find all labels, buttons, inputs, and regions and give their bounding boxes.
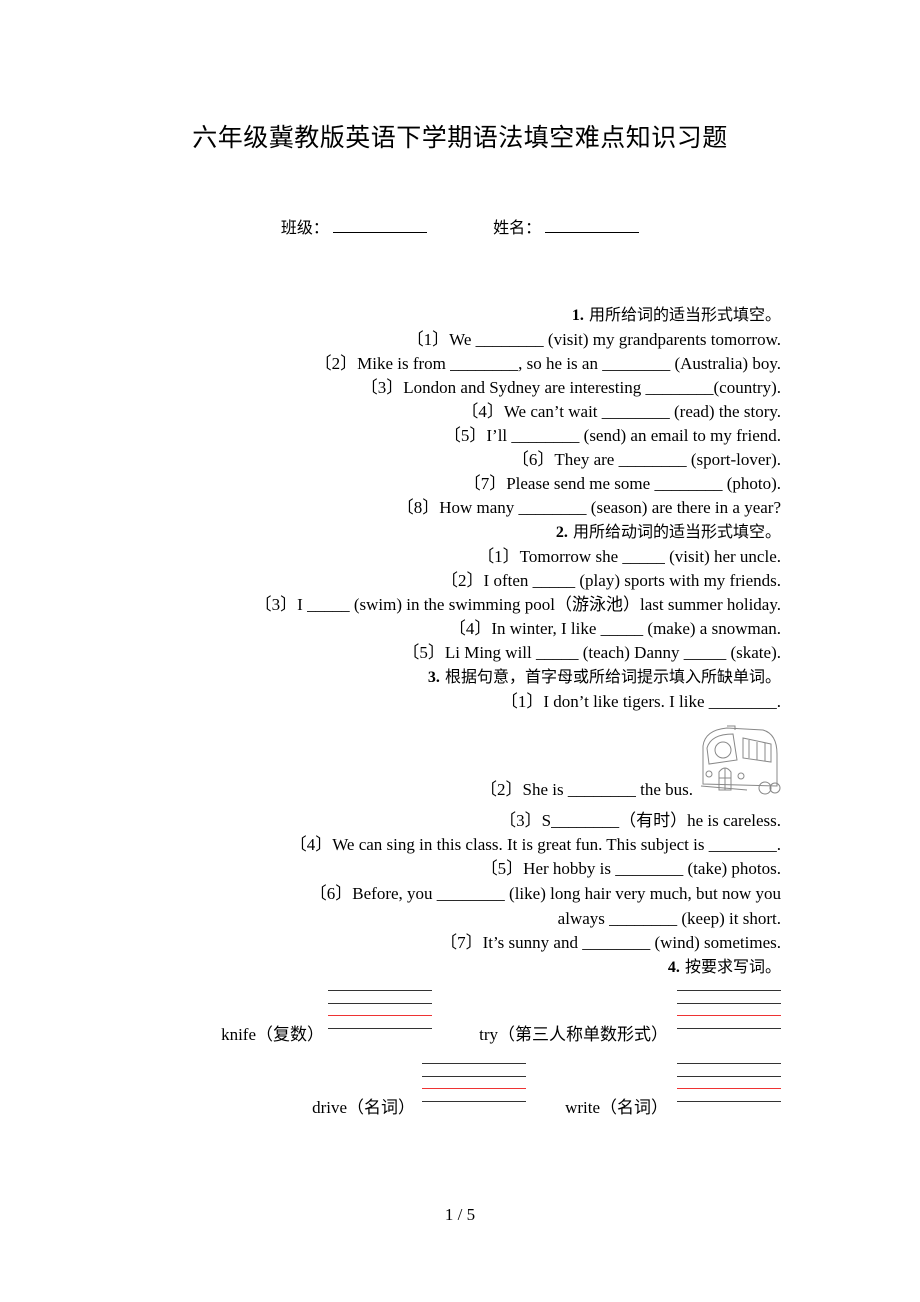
question-item: 〔1〕I don’t like tigers. I like ________. [500, 692, 781, 711]
section-4-heading: 4. 按要求写词。 [667, 957, 781, 976]
word-prompt-drive: drive（名词） [312, 1098, 415, 1117]
word-prompt-knife: knife（复数） [221, 1025, 324, 1044]
question-item: 〔5〕Her hobby is ________ (take) photos. [480, 859, 781, 878]
student-info: 班级： 姓名： [0, 214, 920, 238]
question-item: 〔5〕I’ll ________ (send) an email to my f… [443, 426, 781, 445]
question-item: 〔5〕Li Ming will _____ (teach) Danny ____… [402, 643, 781, 662]
question-item: 〔7〕Please send me some ________ (photo). [463, 474, 781, 493]
question-item: always ________ (keep) it short. [557, 909, 781, 928]
question-item: 〔3〕S________（有时）he is careless. [499, 811, 781, 830]
word-prompt-write: write（名词） [565, 1098, 668, 1117]
page-number: 1 / 5 [444, 1205, 476, 1224]
class-blank[interactable] [332, 218, 427, 233]
question-item: 〔6〕Before, you ________ (like) long hair… [309, 884, 781, 903]
section-3-heading: 3. 根据句意，首字母或所给词提示填入所缺单词。 [427, 667, 781, 686]
question-item: 〔4〕In winter, I like _____ (make) a snow… [448, 619, 781, 638]
name-blank[interactable] [545, 218, 640, 233]
document-title: 六年级冀教版英语下学期语法填空难点知识习题 [192, 123, 728, 152]
question-item: 〔4〕We can sing in this class. It is grea… [289, 835, 781, 854]
question-item: 〔2〕She is ________ the bus. [480, 780, 693, 799]
question-item: 〔4〕We can’t wait ________ (read) the sto… [461, 402, 781, 421]
question-item: 〔6〕They are ________ (sport-lover). [511, 450, 781, 469]
section-1-heading: 1. 用所给词的适当形式填空。 [571, 305, 781, 324]
question-item: 〔8〕How many ________ (season) are there … [396, 498, 781, 517]
section-2-heading: 2. 用所给动词的适当形式填空。 [555, 522, 781, 541]
question-item: 〔1〕Tomorrow she _____ (visit) her uncle. [477, 547, 781, 566]
name-label: 姓名： [493, 218, 542, 237]
class-label: 班级： [280, 218, 329, 237]
question-item: 〔1〕We ________ (visit) my grandparents t… [406, 330, 781, 349]
question-item: 〔2〕I often _____ (play) sports with my f… [441, 571, 781, 590]
exercise-block-2: 〔3〕S________（有时）he is careless. 〔4〕We ca… [161, 809, 781, 980]
question-item: 〔3〕London and Sydney are interesting ___… [360, 378, 781, 397]
exercise-block-1: 1. 用所给词的适当形式填空。 〔1〕We ________ (visit) m… [161, 303, 781, 714]
bus-illustration-icon [700, 725, 781, 795]
question-item: 〔2〕Mike is from ________, so he is an __… [314, 354, 781, 373]
question-item: 〔7〕It’s sunny and ________ (wind) someti… [440, 933, 781, 952]
question-item: 〔3〕I _____ (swim) in the swimming pool（游… [254, 595, 781, 614]
word-prompt-try: try（第三人称单数形式） [479, 1025, 668, 1044]
